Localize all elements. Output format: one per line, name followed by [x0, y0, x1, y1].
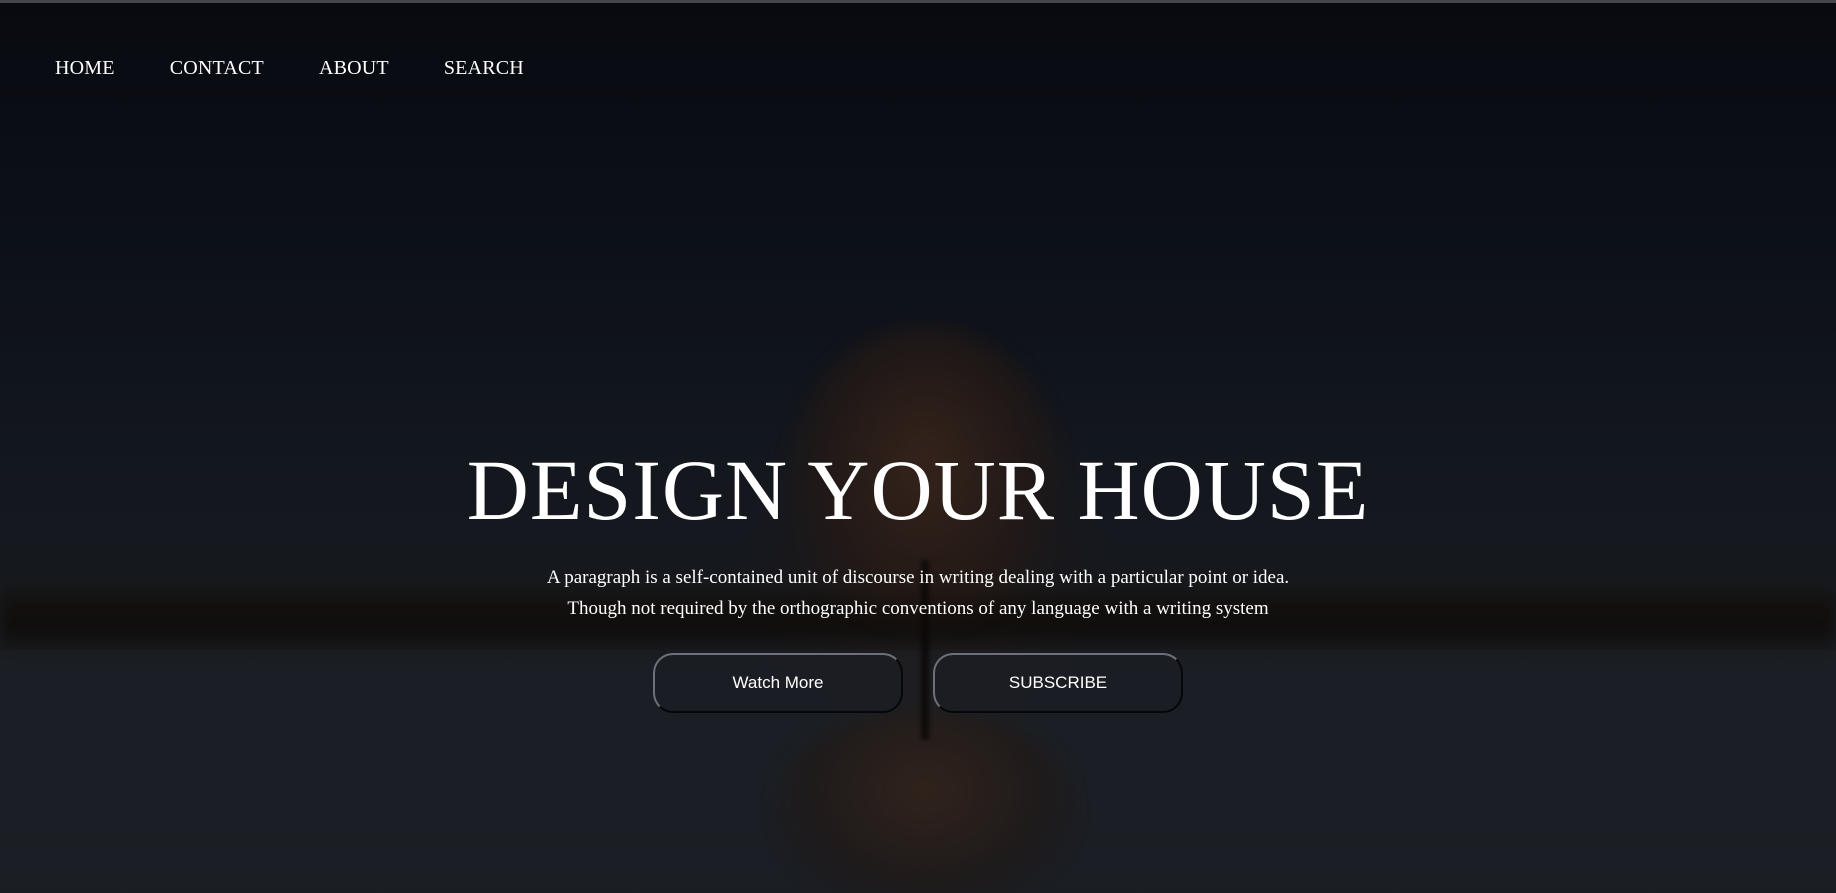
hero-description-line-2: Though not required by the orthographic …: [567, 598, 1269, 619]
hero-description-line-1: A paragraph is a self-contained unit of …: [546, 567, 1290, 588]
nav-item-home[interactable]: HOME: [55, 56, 115, 80]
nav-item-search[interactable]: SEARCH: [444, 56, 524, 80]
hero-title: DESIGN YOUR HOUSE: [466, 442, 1370, 538]
main-nav: HOME CONTACT ABOUT SEARCH: [55, 56, 579, 80]
hero-buttons: Watch More SUBSCRIBE: [0, 653, 1836, 713]
subscribe-button[interactable]: SUBSCRIBE: [933, 653, 1183, 713]
watch-more-button[interactable]: Watch More: [653, 653, 903, 713]
hero-section: HOME CONTACT ABOUT SEARCH DESIGN YOUR HO…: [0, 0, 1836, 893]
hero-content: DESIGN YOUR HOUSE A paragraph is a self-…: [0, 440, 1836, 713]
nav-item-about[interactable]: ABOUT: [319, 56, 389, 80]
nav-item-contact[interactable]: CONTACT: [170, 56, 264, 80]
hero-description: A paragraph is a self-contained unit of …: [0, 562, 1836, 624]
